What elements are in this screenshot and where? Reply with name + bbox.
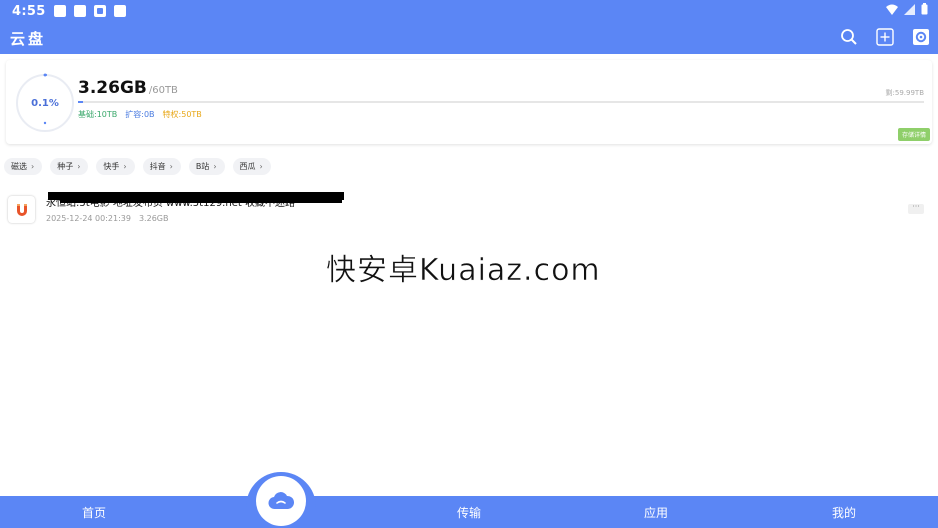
category-chip[interactable]: 西瓜 › (232, 158, 271, 175)
signal-icon (904, 3, 915, 15)
storage-detail-button[interactable]: 存储详情 (897, 128, 930, 141)
add-icon[interactable] (876, 28, 894, 46)
usage-bar (78, 101, 924, 103)
settings-icon[interactable] (912, 28, 930, 46)
quota-base: 基础:10TB (78, 110, 118, 119)
more-options-button[interactable]: ··· (908, 203, 924, 214)
category-row: 磁选 › 种子 › 快手 › 抖音 › B站 › 西瓜 › (4, 158, 271, 175)
quota-breakdown: 基础:10TB 扩容:0B 特权:50TB (78, 109, 202, 120)
file-meta: 2025-12-24 00:21:39 3.26GB (46, 214, 168, 223)
watermark: 快安卓Kuaiaz.com (326, 253, 601, 289)
redaction-bar (60, 198, 342, 203)
list-item[interactable]: 永恒站:5t电影 地址发布页 www.5t129.net 收藏不迷路 2025-… (0, 192, 938, 232)
used-storage: 3.26GB/60TB (78, 78, 178, 98)
usage-percent: 0.1% (31, 97, 59, 109)
category-chip[interactable]: 抖音 › (142, 158, 181, 175)
status-bar: 4:55 (0, 0, 938, 22)
status-indicators (886, 3, 928, 15)
file-size: 3.26GB (138, 214, 169, 223)
magnet-icon (8, 196, 35, 223)
nav-home[interactable]: 首页 (82, 504, 106, 521)
used-value: 3.26GB (78, 78, 147, 98)
notification-icon (93, 5, 106, 17)
remaining-storage: 剩:59.99TB (885, 89, 924, 97)
file-date: 2025-12-24 00:21:39 (46, 214, 131, 223)
nav-transfer[interactable]: 传输 (457, 504, 481, 521)
nav-cloud-button[interactable] (256, 476, 306, 526)
category-chip[interactable]: 磁选 › (4, 158, 43, 175)
app-bar: 4:55 云盘 (0, 0, 938, 54)
notification-icon (113, 5, 126, 17)
chevron-right-icon: › (123, 162, 127, 171)
category-chip[interactable]: B站 › (188, 158, 225, 175)
nav-apps[interactable]: 应用 (644, 504, 668, 521)
quota-privilege: 特权:50TB (162, 110, 202, 119)
storage-card[interactable]: 0.1% 3.26GB/60TB 剩:59.99TB 基础:10TB 扩容:0B… (6, 60, 932, 144)
notification-icon (73, 5, 86, 17)
chevron-right-icon: › (259, 162, 263, 171)
quota-expand: 扩容:0B (125, 110, 155, 119)
status-time: 4:55 (12, 3, 46, 19)
category-chip[interactable]: 快手 › (96, 158, 135, 175)
page-title: 云盘 (10, 30, 47, 48)
total-value: /60TB (148, 85, 178, 96)
category-chip[interactable]: 种子 › (50, 158, 89, 175)
chevron-right-icon: › (77, 162, 81, 171)
chevron-right-icon: › (31, 162, 35, 171)
cloud-icon (268, 492, 294, 510)
wifi-icon (886, 4, 898, 15)
bottom-nav: 首页 传输 应用 我的 (0, 496, 938, 528)
notification-icon (53, 5, 66, 17)
chevron-right-icon: › (169, 162, 173, 171)
usage-bar-fill (78, 101, 84, 103)
nav-mine[interactable]: 我的 (832, 504, 856, 521)
search-icon[interactable] (840, 28, 858, 46)
chevron-right-icon: › (213, 162, 217, 171)
battery-icon (921, 3, 928, 15)
